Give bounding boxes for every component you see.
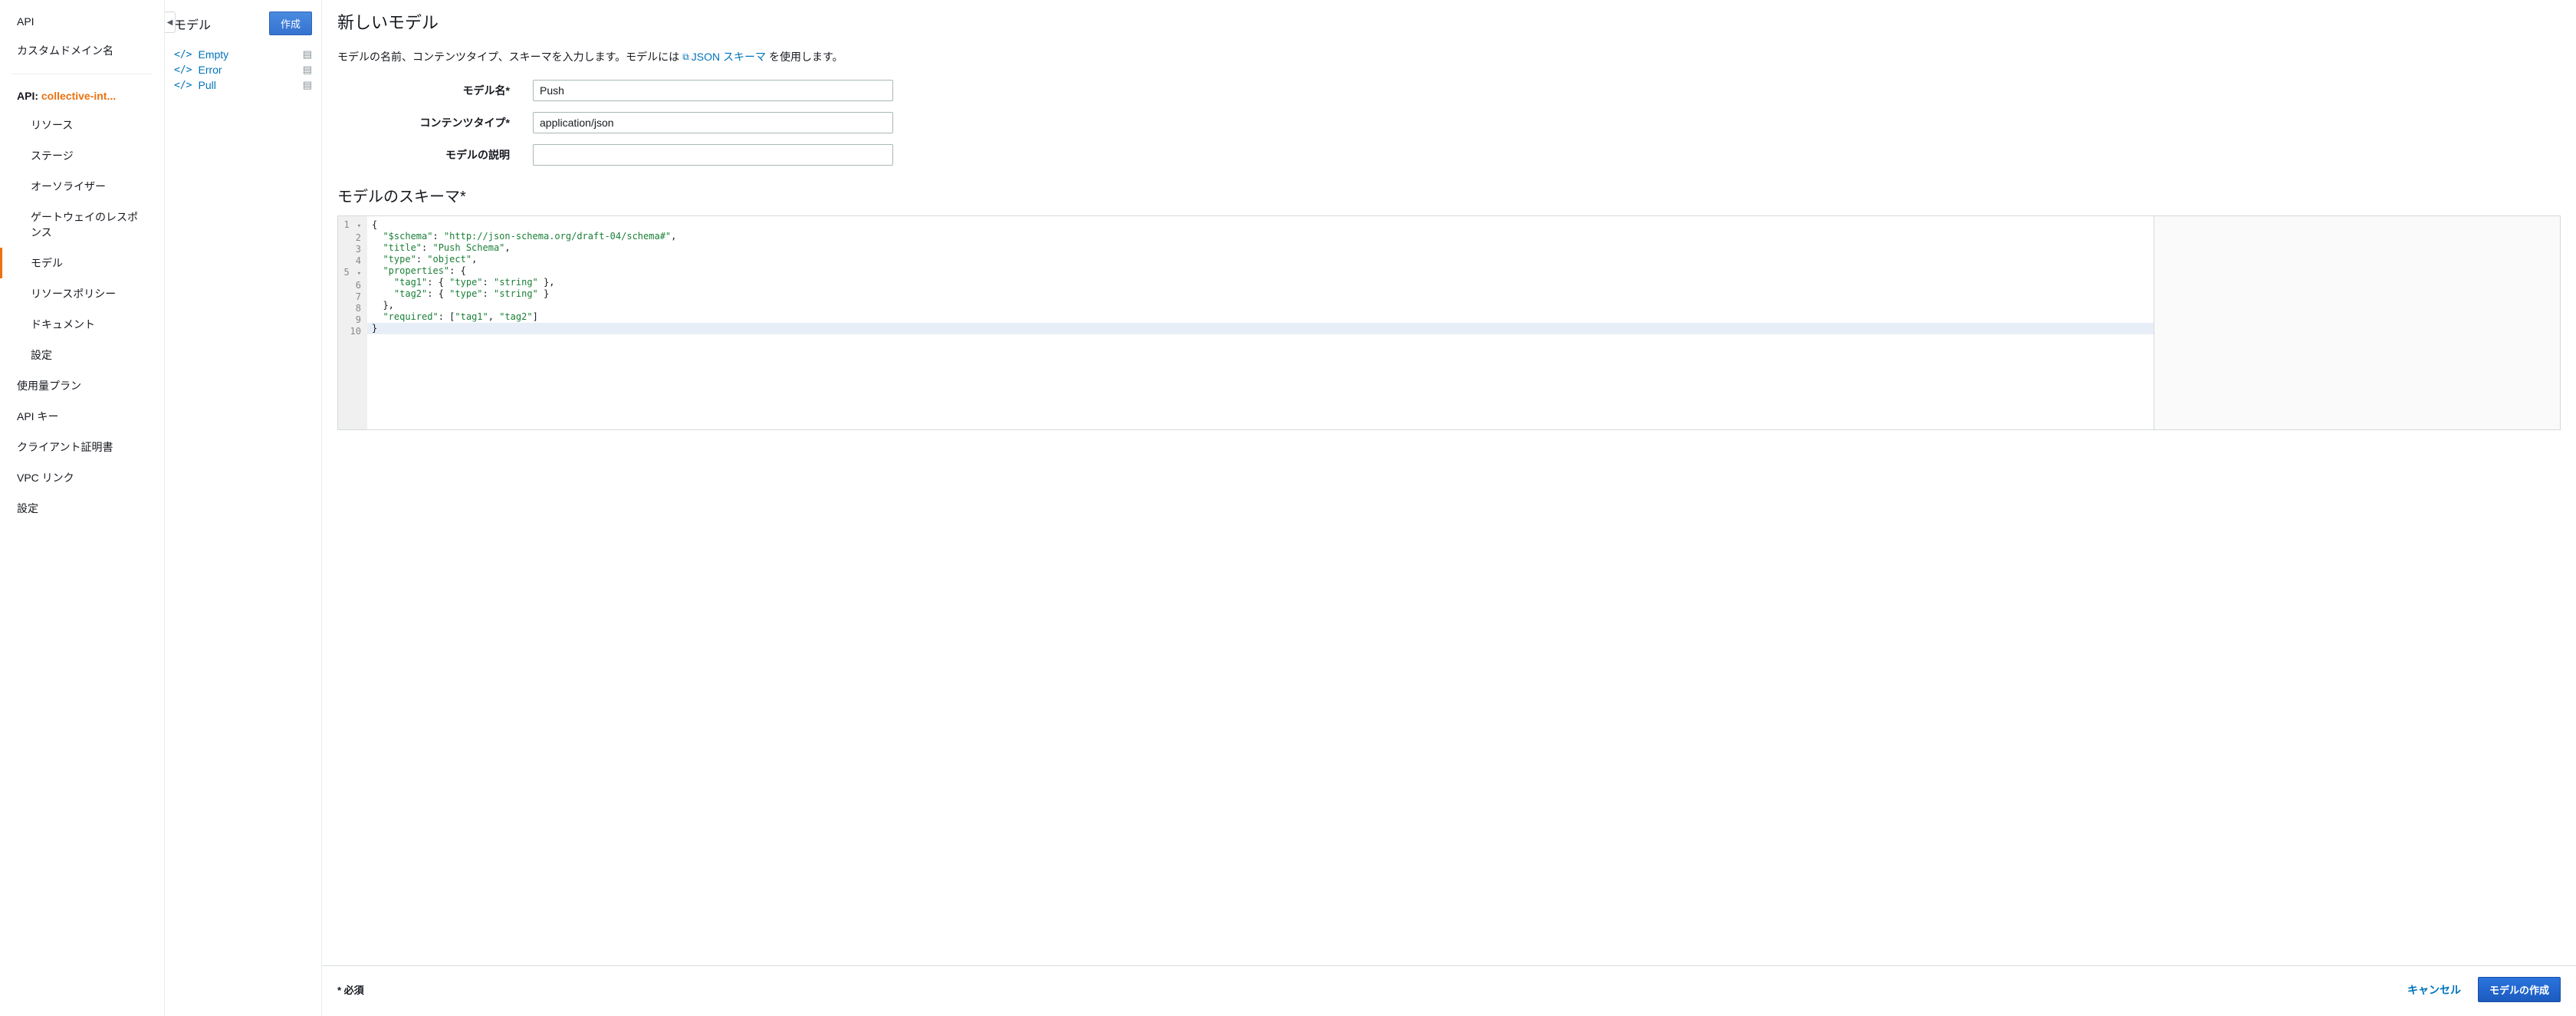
- main-content: 新しいモデル モデルの名前、コンテンツタイプ、スキーマを入力します。モデルには …: [322, 0, 2576, 1016]
- model-link-error[interactable]: Error: [198, 64, 222, 76]
- content-type-input[interactable]: [533, 112, 893, 133]
- nav-vpc-links[interactable]: VPC リンク: [0, 462, 164, 493]
- primary-sidebar: API カスタムドメイン名 API: collective-int... リソー…: [0, 0, 165, 1016]
- required-note: * 必須: [337, 982, 364, 997]
- nav-api-settings[interactable]: 設定: [0, 340, 164, 370]
- models-sidebar: モデル 作成 </> Empty ▤ </> Error ▤ </> Pull …: [165, 0, 322, 1016]
- nav-settings[interactable]: 設定: [0, 493, 164, 524]
- schema-section-title: モデルのスキーマ*: [337, 184, 2561, 206]
- editor-gutter: 1 ▾2345 ▾678910: [338, 216, 367, 429]
- nav-custom-domain[interactable]: カスタムドメイン名: [0, 35, 164, 66]
- code-icon: </>: [174, 80, 192, 91]
- api-heading-name[interactable]: collective-int...: [41, 90, 116, 102]
- model-name-input[interactable]: [533, 80, 893, 101]
- api-heading-label: API:: [17, 90, 38, 102]
- model-description-input[interactable]: [533, 144, 893, 166]
- model-link-pull[interactable]: Pull: [198, 79, 215, 91]
- model-list: </> Empty ▤ </> Error ▤ </> Pull ▤: [174, 47, 312, 93]
- sidebar-collapse-handle[interactable]: ◀: [165, 12, 176, 33]
- form-footer: * 必須 キャンセル モデルの作成: [322, 965, 2576, 1016]
- code-icon: </>: [174, 49, 192, 61]
- model-list-item[interactable]: </> Empty ▤: [174, 47, 312, 62]
- book-icon[interactable]: ▤: [303, 64, 312, 76]
- nav-documentation[interactable]: ドキュメント: [0, 309, 164, 340]
- model-name-label: モデル名*: [337, 83, 533, 98]
- nav-api-keys[interactable]: API キー: [0, 401, 164, 432]
- nav-resources[interactable]: リソース: [0, 110, 164, 140]
- model-link-empty[interactable]: Empty: [198, 48, 228, 61]
- nav-usage-plans[interactable]: 使用量プラン: [0, 370, 164, 401]
- nav-resource-policy[interactable]: リソースポリシー: [0, 278, 164, 309]
- api-heading: API: collective-int...: [0, 82, 164, 110]
- code-icon: </>: [174, 64, 192, 76]
- editor-code[interactable]: { "$schema": "http://json-schema.org/dra…: [367, 216, 2154, 429]
- model-list-item[interactable]: </> Pull ▤: [174, 77, 312, 93]
- nav-gateway-responses[interactable]: ゲートウェイのレスポンス: [0, 202, 164, 248]
- nav-api[interactable]: API: [0, 8, 164, 35]
- book-icon[interactable]: ▤: [303, 79, 312, 91]
- book-icon[interactable]: ▤: [303, 48, 312, 61]
- description-post: を使用します。: [769, 49, 843, 64]
- json-schema-link-text: JSON スキーマ: [692, 49, 766, 64]
- description-row: モデルの名前、コンテンツタイプ、スキーマを入力します。モデルには ⧉ JSON …: [337, 49, 2561, 64]
- nav-client-cert[interactable]: クライアント証明書: [0, 432, 164, 462]
- nav-authorizers[interactable]: オーソライザー: [0, 171, 164, 202]
- models-sidebar-title: モデル: [174, 15, 211, 33]
- json-schema-link[interactable]: ⧉ JSON スキーマ: [682, 49, 766, 64]
- submit-create-model-button[interactable]: モデルの作成: [2478, 977, 2561, 1002]
- content-type-label: コンテンツタイプ*: [337, 115, 533, 130]
- nav-stages[interactable]: ステージ: [0, 140, 164, 171]
- cancel-button[interactable]: キャンセル: [2397, 978, 2472, 1002]
- nav-models[interactable]: モデル: [0, 248, 164, 278]
- create-model-button[interactable]: 作成: [269, 12, 312, 35]
- description-pre: モデルの名前、コンテンツタイプ、スキーマを入力します。モデルには: [337, 49, 679, 64]
- schema-editor-code-pane[interactable]: 1 ▾2345 ▾678910 { "$schema": "http://jso…: [338, 216, 2154, 429]
- schema-editor: 1 ▾2345 ▾678910 { "$schema": "http://jso…: [337, 215, 2561, 430]
- page-title: 新しいモデル: [337, 9, 2561, 34]
- schema-editor-preview-pane: [2154, 216, 2560, 429]
- model-list-item[interactable]: </> Error ▤: [174, 62, 312, 77]
- external-link-icon: ⧉: [682, 51, 689, 63]
- model-description-label: モデルの説明: [337, 147, 533, 163]
